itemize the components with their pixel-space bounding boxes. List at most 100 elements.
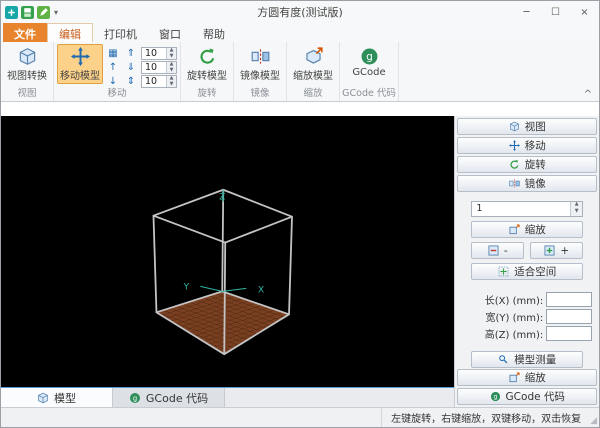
window-title: 方圆有度(测试版) bbox=[1, 4, 599, 20]
gcode-icon: g bbox=[129, 392, 141, 404]
build-plate bbox=[156, 291, 289, 354]
panel-header-move[interactable]: 移动 bbox=[457, 137, 597, 154]
move-mini-column-2: ⇑ ⇓ ⇕ bbox=[123, 44, 139, 88]
height-label: 高(Z) (mm): bbox=[485, 326, 544, 341]
move-z-value: 10 bbox=[142, 76, 166, 87]
spin-down-icon[interactable]: ▼ bbox=[571, 209, 582, 216]
3d-viewport[interactable]: Z Y X bbox=[1, 116, 454, 387]
gcode-button[interactable]: g GCode bbox=[343, 44, 395, 80]
fit-to-space-label: 适合空间 bbox=[514, 264, 556, 279]
fit-to-space-button[interactable]: 适合空间 bbox=[471, 263, 583, 280]
gcode-icon: g bbox=[360, 47, 379, 66]
tab-help[interactable]: 帮助 bbox=[192, 23, 236, 42]
place-on-plate-button[interactable]: ▦ bbox=[105, 47, 121, 60]
move-model-button[interactable]: 移动模型 bbox=[57, 44, 103, 84]
panel-header-view[interactable]: 视图 bbox=[457, 118, 597, 135]
scale-cube-icon bbox=[304, 47, 323, 66]
ribbon: 视图转换 视图 移动模型 ▦ ↑ ↓ ⇑ bbox=[1, 42, 599, 102]
scale-up-label: + bbox=[560, 245, 569, 257]
gcode-button-label: GCode bbox=[352, 67, 385, 78]
move-x-spinner[interactable]: 10 ▲▼ bbox=[141, 47, 177, 60]
scale-icon bbox=[509, 224, 520, 235]
close-button[interactable]: × bbox=[570, 1, 599, 23]
panel-header-mirror[interactable]: 镜像 bbox=[457, 175, 597, 192]
spin-down-icon[interactable]: ▼ bbox=[167, 68, 176, 74]
group-label-scale: 缩放 bbox=[287, 88, 339, 101]
save-icon[interactable] bbox=[21, 6, 34, 19]
view-cube-icon bbox=[509, 121, 520, 132]
collapse-ribbon-button[interactable]: ^ bbox=[584, 89, 592, 100]
panel-header-rotate[interactable]: 旋转 bbox=[457, 156, 597, 173]
tab-file[interactable]: 文件 bbox=[3, 23, 47, 42]
view-cube-icon bbox=[18, 47, 37, 66]
rotate-model-button[interactable]: 旋转模型 bbox=[184, 44, 230, 84]
tab-window[interactable]: 窗口 bbox=[148, 23, 192, 42]
move-down-button[interactable]: ↓ bbox=[105, 75, 121, 88]
move-z-spinner[interactable]: 10 ▲▼ bbox=[141, 75, 177, 88]
status-bar: 左键旋转，右键缩放，双键移动，双击恢复 ◢ bbox=[1, 407, 599, 427]
scale-up-button[interactable]: + bbox=[530, 242, 583, 259]
move-y-value: 10 bbox=[142, 62, 166, 73]
panel-header-scale[interactable]: 缩放 bbox=[457, 369, 597, 386]
mirror-icon bbox=[509, 178, 520, 189]
ribbon-tab-row: 文件 编辑 打印机 窗口 帮助 bbox=[1, 23, 599, 42]
center-model-button[interactable]: ⇕ bbox=[123, 75, 139, 88]
maximize-button[interactable]: ☐ bbox=[541, 1, 570, 23]
svg-text:g: g bbox=[133, 394, 137, 402]
app-logo-icon bbox=[5, 6, 18, 19]
scale-icon bbox=[509, 372, 520, 383]
move-arrows-icon bbox=[509, 140, 520, 151]
spin-down-icon[interactable]: ▼ bbox=[167, 54, 176, 60]
svg-text:g: g bbox=[493, 394, 497, 401]
model-measure-button[interactable]: 模型测量 bbox=[471, 351, 583, 368]
height-row: 高(Z) (mm): bbox=[462, 326, 592, 341]
move-y-spinner[interactable]: 10 ▲▼ bbox=[141, 61, 177, 74]
model-measure-label: 模型测量 bbox=[514, 352, 556, 367]
minimize-button[interactable]: ─ bbox=[512, 1, 541, 23]
ribbon-group-gcode: g GCode GCode 代码 bbox=[340, 42, 399, 101]
app-window: ▾ 方圆有度(测试版) ─ ☐ × 文件 编辑 打印机 窗口 帮助 视图转换 bbox=[0, 0, 600, 428]
group-label-rotate: 旋转 bbox=[181, 88, 233, 101]
panel-header-gcode[interactable]: g GCode 代码 bbox=[457, 388, 597, 405]
lower-model-button[interactable]: ⇓ bbox=[123, 61, 139, 74]
resize-grip-icon[interactable]: ◢ bbox=[590, 408, 599, 427]
qat-dropdown-icon[interactable]: ▾ bbox=[54, 8, 58, 17]
scale-apply-button[interactable]: 缩放 bbox=[471, 221, 583, 238]
scale-down-button[interactable]: - bbox=[471, 242, 524, 259]
rotate-icon bbox=[509, 159, 520, 170]
svg-text:g: g bbox=[366, 50, 373, 63]
scale-down-icon bbox=[488, 245, 499, 256]
move-mini-column-1: ▦ ↑ ↓ bbox=[105, 44, 121, 88]
window-controls: ─ ☐ × bbox=[512, 1, 599, 23]
scale-model-button[interactable]: 缩放模型 bbox=[290, 44, 336, 84]
mirror-model-button[interactable]: 镜像模型 bbox=[237, 44, 283, 84]
viewport-column: Z Y X 模型 g GCode 代码 bbox=[1, 116, 454, 407]
move-up-button[interactable]: ↑ bbox=[105, 61, 121, 74]
panel-mirror-content: 1 ▲▼ 缩放 - bbox=[457, 194, 597, 367]
view-transform-button[interactable]: 视图转换 bbox=[4, 44, 50, 84]
group-label-mirror: 镜像 bbox=[234, 88, 286, 101]
axis-y-label: Y bbox=[183, 282, 190, 292]
width-input[interactable] bbox=[546, 309, 592, 324]
length-label: 长(X) (mm): bbox=[485, 292, 544, 307]
ribbon-group-rotate: 旋转模型 旋转 bbox=[181, 42, 234, 101]
height-input[interactable] bbox=[546, 326, 592, 341]
spin-down-icon[interactable]: ▼ bbox=[167, 82, 176, 88]
scale-factor-spinner[interactable]: 1 ▲▼ bbox=[471, 201, 583, 217]
tab-gcode-label: GCode 代码 bbox=[146, 390, 208, 406]
panel-header-rotate-label: 旋转 bbox=[525, 157, 546, 172]
edit-pencil-icon[interactable] bbox=[37, 6, 50, 19]
ribbon-group-move: 移动模型 ▦ ↑ ↓ ⇑ ⇓ ⇕ 10 ▲▼ bbox=[54, 42, 181, 101]
raise-model-button[interactable]: ⇑ bbox=[123, 47, 139, 60]
panel-header-move-label: 移动 bbox=[525, 138, 546, 153]
length-input[interactable] bbox=[546, 292, 592, 307]
move-step-spinners: 10 ▲▼ 10 ▲▼ 10 ▲▼ bbox=[141, 44, 177, 88]
rotate-icon bbox=[198, 47, 217, 66]
scale-up-icon bbox=[544, 245, 555, 256]
tab-edit[interactable]: 编辑 bbox=[47, 23, 93, 42]
scale-down-label: - bbox=[504, 245, 508, 257]
tab-model-label: 模型 bbox=[54, 390, 76, 406]
scale-model-label: 缩放模型 bbox=[293, 67, 333, 82]
tab-printer[interactable]: 打印机 bbox=[93, 23, 148, 42]
quick-access-toolbar: ▾ bbox=[5, 6, 58, 19]
